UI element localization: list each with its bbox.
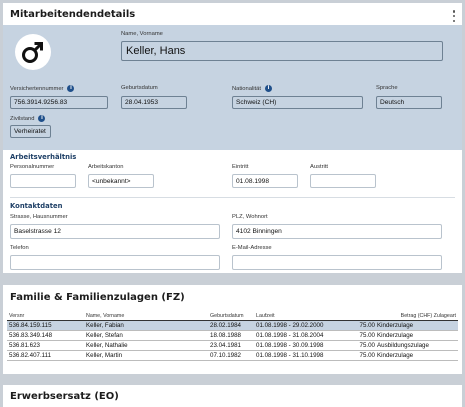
info-icon[interactable]: i bbox=[67, 85, 75, 92]
income-compensation-card: Erwerbsersatz (EO) bbox=[3, 385, 462, 407]
birthdate-cell: 07.10.1982 bbox=[210, 352, 241, 359]
entry-date-label: Eintritt bbox=[232, 164, 249, 170]
period-cell: 01.08.1998 - 30.09.1998 bbox=[256, 342, 324, 349]
name-cell: Keller, Nathalie bbox=[86, 342, 128, 349]
amount-cell: 75.00 bbox=[359, 352, 375, 359]
column-header-period[interactable]: Laufzeit bbox=[256, 311, 275, 321]
amount-cell: 75.00 bbox=[359, 322, 375, 329]
family-allowances-card: Familie & Familienzulagen (FZ) Versnr Na… bbox=[3, 285, 462, 374]
zip-city-input[interactable]: 4102 Binningen bbox=[232, 224, 442, 239]
employment-section-title: Arbeitsverhältnis bbox=[10, 153, 77, 161]
birthdate-label: Geburtsdatum bbox=[121, 85, 158, 91]
employee-details-card: Mitarbeitendendetails Name, Vorname Kell… bbox=[3, 3, 462, 273]
period-cell: 01.08.1998 - 31.08.2004 bbox=[256, 332, 324, 339]
street-input[interactable]: Baselstrasse 12 bbox=[10, 224, 220, 239]
period-cell: 01.08.1998 - 31.10.1998 bbox=[256, 352, 324, 359]
allowance-type-cell: Kinderzulage bbox=[377, 332, 414, 339]
exit-date-label: Austritt bbox=[310, 164, 329, 170]
birthdate-cell: 23.04.1981 bbox=[210, 342, 241, 349]
table-row[interactable]: 536.81.623 Keller, Nathalie 23.04.1981 0… bbox=[7, 341, 458, 351]
table-row[interactable]: 536.83.349.148 Keller, Stefan 18.08.1988… bbox=[7, 331, 458, 341]
nationality-field[interactable]: Schweiz (CH) bbox=[232, 96, 363, 109]
allowance-type-cell: Ausbildungszulage bbox=[377, 342, 429, 349]
civil-status-label: Zivilstand i bbox=[10, 115, 46, 122]
email-input[interactable] bbox=[232, 255, 442, 270]
card-title: Familie & Familienzulagen (FZ) bbox=[10, 292, 185, 303]
phone-label: Telefon bbox=[10, 245, 29, 251]
period-cell: 01.08.1998 - 29.02.2000 bbox=[256, 322, 324, 329]
personnel-number-label: Personalnummer bbox=[10, 164, 55, 170]
contact-section-title: Kontaktdaten bbox=[10, 202, 63, 210]
personnel-number-input[interactable] bbox=[10, 174, 76, 188]
work-canton-select[interactable]: <unbekannt> bbox=[88, 174, 154, 188]
name-cell: Keller, Fabian bbox=[86, 322, 124, 329]
language-label: Sprache bbox=[376, 85, 398, 91]
column-header-name[interactable]: Name, Vorname bbox=[86, 311, 124, 321]
more-options-icon[interactable] bbox=[452, 10, 456, 22]
phone-input[interactable] bbox=[10, 255, 220, 270]
birthdate-field[interactable]: 28.04.1953 bbox=[121, 96, 187, 109]
amount-cell: 75.00 bbox=[359, 332, 375, 339]
nationality-label: Nationalität i bbox=[232, 85, 273, 92]
column-header-birthdate[interactable]: Geburtsdatum bbox=[210, 311, 244, 321]
amount-cell: 75.00 bbox=[359, 342, 375, 349]
table-header: Versnr Name, Vorname Geburtsdatum Laufze… bbox=[7, 311, 458, 321]
zip-city-label: PLZ, Wohnort bbox=[232, 214, 268, 220]
card-title: Erwerbsersatz (EO) bbox=[10, 391, 119, 402]
versnr-cell: 536.81.623 bbox=[9, 342, 40, 349]
versnr-cell: 536.83.349.148 bbox=[9, 332, 53, 339]
allowance-type-cell: Kinderzulage bbox=[377, 322, 414, 329]
birthdate-cell: 18.08.1988 bbox=[210, 332, 241, 339]
card-title: Mitarbeitendendetails bbox=[10, 9, 136, 20]
ahv-field[interactable]: 756.3914.9256.83 bbox=[10, 96, 108, 109]
street-label: Strasse, Hausnummer bbox=[10, 214, 68, 220]
info-icon[interactable]: i bbox=[265, 85, 273, 92]
name-cell: Keller, Stefan bbox=[86, 332, 123, 339]
language-field[interactable]: Deutsch bbox=[376, 96, 442, 109]
email-label: E-Mail-Adresse bbox=[232, 245, 272, 251]
table-row[interactable]: 536.84.159.115 Keller, Fabian 28.02.1984… bbox=[7, 321, 458, 331]
male-symbol-icon bbox=[22, 42, 43, 63]
name-cell: Keller, Martin bbox=[86, 352, 123, 359]
column-header-versnr[interactable]: Versnr bbox=[9, 311, 24, 321]
personal-data-panel: Name, Vorname Keller, Hans Versichertenn… bbox=[3, 25, 462, 150]
table-row[interactable]: 536.82.407.111 Keller, Martin 07.10.1982… bbox=[7, 351, 458, 361]
column-header-amount-type[interactable]: Betrag (CHF) Zulageart bbox=[401, 311, 456, 321]
civil-status-field[interactable]: Verheiratet bbox=[10, 125, 51, 138]
work-canton-label: Arbeitskanton bbox=[88, 164, 124, 170]
entry-date-input[interactable]: 01.08.1998 bbox=[232, 174, 298, 188]
divider bbox=[10, 197, 455, 198]
name-label: Name, Vorname bbox=[121, 31, 163, 37]
gender-avatar bbox=[15, 34, 51, 70]
versnr-cell: 536.84.159.115 bbox=[9, 322, 52, 329]
name-field[interactable]: Keller, Hans bbox=[121, 41, 443, 61]
info-icon[interactable]: i bbox=[38, 115, 46, 122]
ahv-label: Versichertennummer i bbox=[10, 85, 75, 92]
allowance-type-cell: Kinderzulage bbox=[377, 352, 414, 359]
versnr-cell: 536.82.407.111 bbox=[9, 352, 52, 359]
birthdate-cell: 28.02.1984 bbox=[210, 322, 241, 329]
exit-date-input[interactable] bbox=[310, 174, 376, 188]
